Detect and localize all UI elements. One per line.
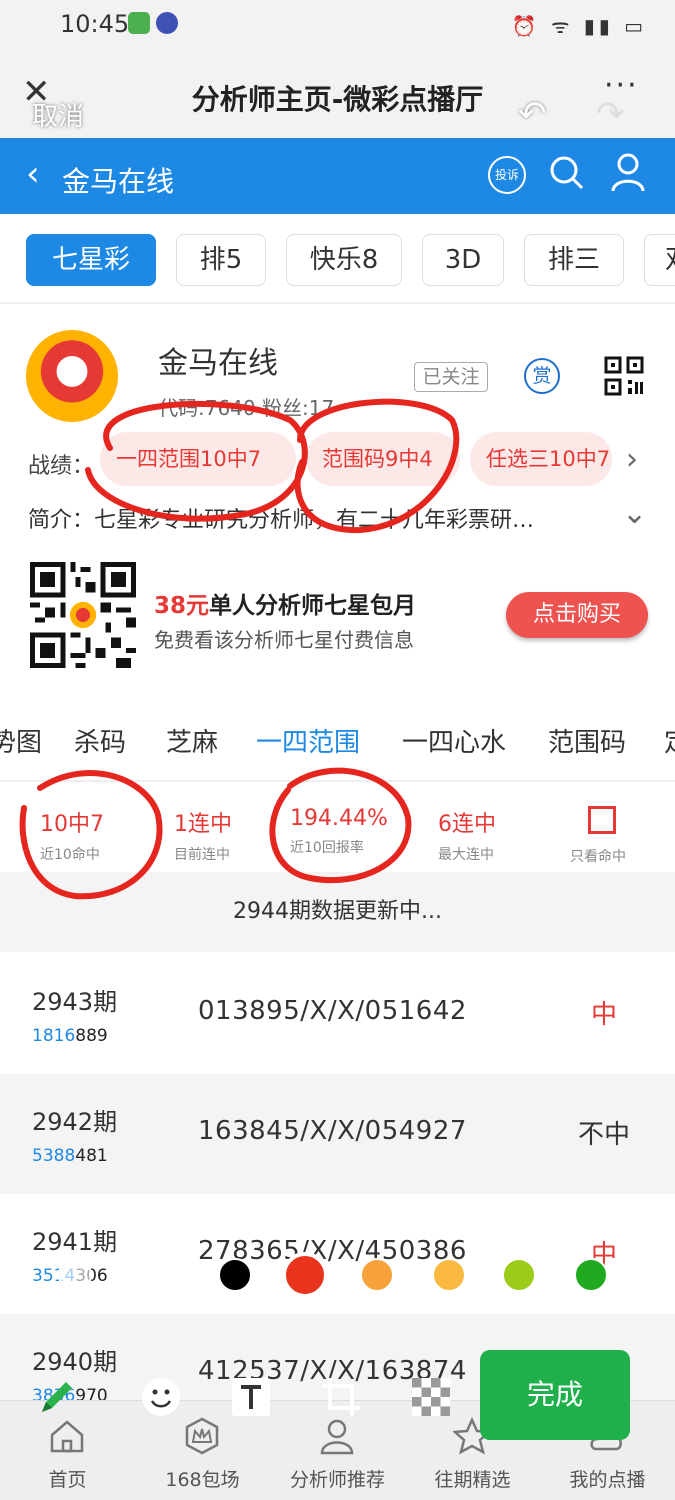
- stat-current-streak: 1连中 目前连中: [174, 806, 232, 864]
- record-label: 战绩：: [28, 454, 95, 479]
- promo-price: 38元: [154, 593, 210, 619]
- header-title: 金马在线: [62, 165, 175, 198]
- nav-label: 首页: [48, 1469, 87, 1491]
- tab-lottery-0[interactable]: 七星彩: [26, 234, 156, 286]
- tab-lottery-5[interactable]: 双: [644, 234, 675, 286]
- chevron-right-icon[interactable]: ›: [626, 442, 638, 477]
- palette-color-red[interactable]: [282, 1252, 328, 1298]
- text-icon[interactable]: [230, 1376, 272, 1418]
- row-result: 不中: [577, 1120, 630, 1150]
- chevron-down-icon[interactable]: ⌄: [622, 496, 647, 531]
- only-hits-checkbox[interactable]: [588, 806, 616, 834]
- row-period: 2943期: [32, 988, 118, 1016]
- undo-icon[interactable]: ↶: [518, 94, 547, 134]
- redo-icon[interactable]: ↷: [596, 94, 625, 134]
- stat-max-streak: 6连中 最大连中: [438, 806, 496, 864]
- table-row[interactable]: 2943期 1816889 013895/X/X/051642 中: [0, 954, 675, 1074]
- promo-title-text: 单人分析师七星包月: [209, 593, 417, 619]
- tab-sesame[interactable]: 芝麻: [166, 722, 218, 759]
- music-notification-icon: [156, 12, 178, 34]
- tab-range-code[interactable]: 范围码: [548, 722, 626, 759]
- row-period: 2942期: [32, 1108, 118, 1136]
- analyst-header: ‹ 金马在线 投诉: [0, 138, 675, 214]
- stat-return-rate: 194.44% 近10回报率: [290, 806, 388, 857]
- user-icon[interactable]: [610, 152, 646, 192]
- palette-color-yellow[interactable]: [432, 1258, 466, 1292]
- nav-label: 我的点播: [569, 1469, 646, 1491]
- mosaic-icon[interactable]: [410, 1376, 452, 1418]
- record-chip-0[interactable]: 一四范围10中7: [100, 432, 296, 486]
- tab-kill-code[interactable]: 杀码: [74, 722, 126, 759]
- buy-button[interactable]: 点击购买: [506, 592, 648, 638]
- stat-value: 10中7: [40, 812, 104, 837]
- complain-button[interactable]: 投诉: [488, 156, 526, 194]
- palette-color-0[interactable]: [58, 1258, 92, 1292]
- stat-value: 194.44%: [290, 806, 388, 831]
- page-title: 分析师主页-微彩点播厅: [191, 83, 484, 116]
- status-bar: 10:45 ⏰ ᯤ ▮▮ ▭: [0, 0, 675, 54]
- stat-label: 近10命中: [40, 847, 100, 863]
- category-tabs: 势图 杀码 芝麻 一四范围 一四心水 范围码 定: [0, 712, 675, 782]
- tab-fixed[interactable]: 定: [664, 722, 675, 759]
- reward-button[interactable]: 赏: [524, 358, 560, 394]
- row-code: 1816889: [32, 1026, 108, 1046]
- done-button[interactable]: 完成: [480, 1350, 630, 1440]
- tab-lottery-3[interactable]: 3D: [422, 234, 504, 286]
- stat-value: 6连中: [438, 812, 496, 837]
- row-period: 2941期: [32, 1228, 118, 1256]
- back-icon[interactable]: ‹: [26, 154, 40, 194]
- stat-label: 最大连中: [438, 847, 494, 863]
- qrcode-icon[interactable]: [604, 356, 644, 396]
- record-chip-2[interactable]: 任选三10中7: [470, 432, 612, 486]
- editor-title-bar: ✕ 取消 分析师主页-微彩点播厅 ··· ↶ ↷: [0, 54, 675, 138]
- tab-range-1-4[interactable]: 一四范围: [256, 722, 360, 759]
- palette-color-black[interactable]: [218, 1258, 252, 1292]
- tab-heart-1-4[interactable]: 一四心水: [402, 722, 506, 759]
- stat-recent-hits: 10中7 近10命中: [40, 806, 104, 864]
- palette-color-white[interactable]: [146, 1258, 180, 1292]
- row-numbers: 163845/X/X/054927: [198, 1116, 467, 1146]
- status-time: 10:45: [60, 10, 130, 38]
- table-row[interactable]: 2942期 5388481 163845/X/X/054927 不中: [0, 1074, 675, 1194]
- row-period: 2940期: [32, 1348, 118, 1376]
- stat-value: 1连中: [174, 812, 232, 837]
- follow-button[interactable]: 已关注: [414, 362, 488, 392]
- only-hits-label: 只看命中: [570, 849, 626, 865]
- tab-lottery-4[interactable]: 排三: [524, 234, 624, 286]
- record-chip-1[interactable]: 范围码9中4: [306, 432, 460, 486]
- stat-label: 目前连中: [174, 847, 230, 863]
- analyst-icon: [320, 1419, 354, 1455]
- row-code: 5388481: [32, 1146, 108, 1166]
- crop-icon[interactable]: [320, 1376, 362, 1418]
- home-icon: [50, 1420, 84, 1453]
- analyst-name: 金马在线: [158, 346, 278, 381]
- avatar: [26, 330, 118, 422]
- analyst-intro: 简介：七星彩专业研究分析师，有二十几年彩票研…: [28, 508, 535, 533]
- row-numbers: 013895/X/X/051642: [198, 996, 467, 1026]
- app-notification-icon: [128, 12, 150, 34]
- nav-label: 分析师推荐: [289, 1469, 385, 1491]
- promo-title: 38元单人分析师七星包月: [154, 586, 416, 620]
- promo-subtitle: 免费看该分析师七星付费信息: [154, 628, 414, 652]
- nav-label: 往期精选: [434, 1469, 511, 1491]
- analyst-info: 代码:7640 粉丝:17: [158, 396, 335, 420]
- tab-trend[interactable]: 势图: [0, 722, 42, 759]
- lottery-tabs: 七星彩 排5 快乐8 3D 排三 双: [0, 214, 675, 304]
- pen-icon[interactable]: [36, 1376, 78, 1418]
- palette-color-orange[interactable]: [360, 1258, 394, 1292]
- palette-color-green[interactable]: [574, 1258, 608, 1292]
- row-result: 中: [590, 1000, 617, 1030]
- search-icon[interactable]: [548, 154, 584, 190]
- tab-lottery-2[interactable]: 快乐8: [286, 234, 402, 286]
- crown-icon: [185, 1417, 219, 1455]
- status-icons: ⏰ ᯤ ▮▮ ▭: [511, 14, 647, 38]
- tab-lottery-1[interactable]: 排5: [176, 234, 266, 286]
- promo-qrcode: [30, 562, 136, 668]
- update-status: 2944期数据更新中...: [0, 872, 675, 952]
- nav-label: 168包场: [165, 1469, 240, 1491]
- palette-color-lime[interactable]: [502, 1258, 536, 1292]
- stat-label: 近10回报率: [290, 840, 364, 856]
- emoji-icon[interactable]: [140, 1376, 182, 1418]
- table-row[interactable]: 2941期 3514306 278365/X/X/450386 中: [0, 1194, 675, 1314]
